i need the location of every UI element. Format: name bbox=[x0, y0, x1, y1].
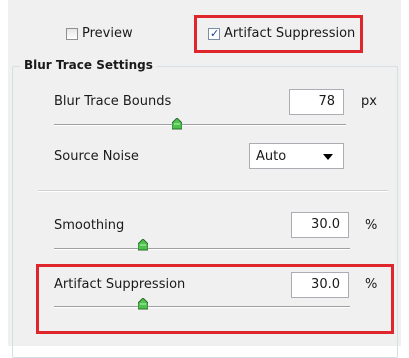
group-title: Blur Trace Settings bbox=[20, 58, 157, 72]
source-noise-value: Auto bbox=[256, 149, 287, 164]
artifact-suppression-checkbox[interactable]: ✓ bbox=[208, 27, 220, 40]
blur-trace-bounds-unit: px bbox=[361, 94, 377, 109]
artifact-suppression-label: Artifact Suppression bbox=[54, 277, 186, 292]
artifact-suppression-input[interactable]: 30.0 bbox=[291, 272, 349, 298]
settings-panel: Preview ✓ Artifact Suppression Blur Trac… bbox=[8, 0, 401, 358]
smoothing-label: Smoothing bbox=[54, 218, 125, 233]
artifact-suppression-unit: % bbox=[365, 277, 378, 292]
preview-checkbox[interactable] bbox=[66, 28, 78, 40]
source-noise-select[interactable]: Auto bbox=[249, 143, 344, 169]
smoothing-input[interactable]: 30.0 bbox=[291, 212, 349, 238]
checkmark-icon: ✓ bbox=[210, 27, 220, 40]
preview-label: Preview bbox=[82, 26, 133, 41]
blur-trace-bounds-slider-thumb[interactable] bbox=[171, 118, 182, 130]
smoothing-slider-track[interactable] bbox=[54, 248, 350, 250]
section-divider bbox=[38, 190, 388, 192]
smoothing-slider-thumb[interactable] bbox=[137, 239, 148, 251]
artifact-suppression-slider-track[interactable] bbox=[54, 306, 350, 308]
artifact-suppression-checkbox-label: Artifact Suppression bbox=[224, 26, 356, 41]
blur-trace-bounds-input[interactable]: 78 bbox=[289, 89, 344, 115]
blur-trace-bounds-slider-track[interactable] bbox=[54, 124, 346, 126]
smoothing-unit: % bbox=[365, 218, 378, 233]
artifact-suppression-slider-thumb[interactable] bbox=[137, 298, 148, 310]
source-noise-label: Source Noise bbox=[54, 149, 139, 164]
chevron-down-icon bbox=[323, 154, 333, 160]
blur-trace-bounds-label: Blur Trace Bounds bbox=[54, 94, 172, 109]
